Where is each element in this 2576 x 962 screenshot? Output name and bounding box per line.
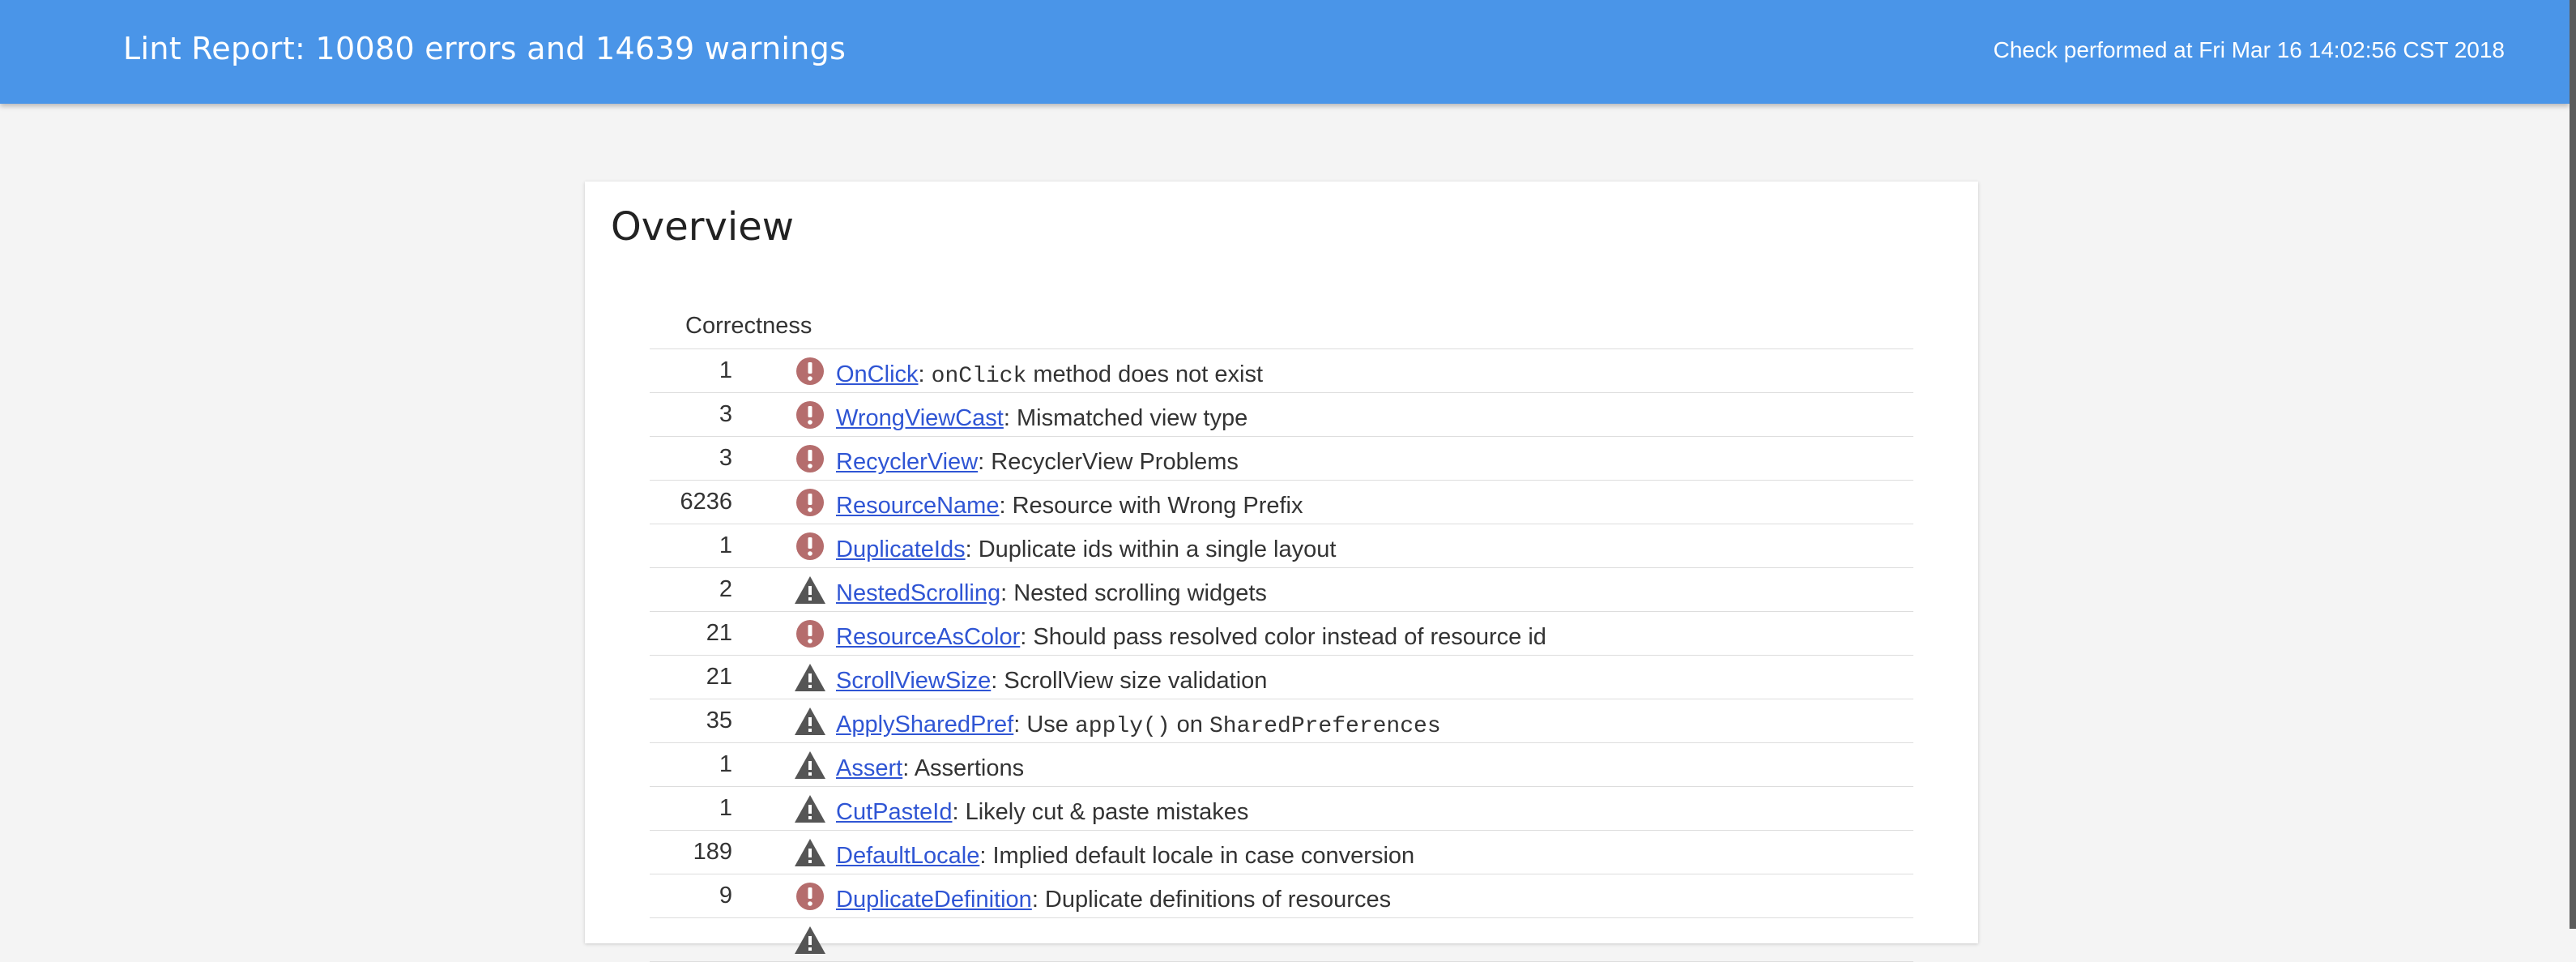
issue-summary-text: on	[1170, 712, 1209, 738]
issue-count: 1	[719, 751, 732, 777]
vertical-scrollbar[interactable]	[2570, 0, 2576, 929]
issue-summary-text: : ScrollView size validation	[991, 668, 1268, 694]
issue-link[interactable]: Assert	[836, 755, 902, 781]
error-icon	[794, 532, 826, 561]
issue-description: DefaultLocale: Implied default locale in…	[836, 843, 1414, 870]
issue-count: 3	[719, 401, 732, 427]
issue-link[interactable]: ResourceAsColor	[836, 624, 1020, 650]
error-icon	[794, 488, 826, 517]
issue-count: 9	[719, 883, 732, 909]
warning-icon	[794, 750, 826, 780]
issue-count: 6236	[680, 489, 732, 515]
issue-row: 21 ResourceAsColor: Should pass resolved …	[650, 612, 1913, 656]
warning-icon	[794, 707, 826, 736]
issue-description: WrongViewCast: Mismatched view type	[836, 405, 1247, 432]
issue-description: RecyclerView: RecyclerView Problems	[836, 449, 1239, 476]
issue-description: CutPasteId: Likely cut & paste mistakes	[836, 799, 1248, 826]
error-icon	[794, 619, 826, 648]
warning-icon	[794, 926, 826, 955]
overview-table: Correctness 1 OnClick: onClick method doe…	[650, 303, 1913, 962]
warning-icon	[794, 794, 826, 823]
issue-link[interactable]: ScrollViewSize	[836, 668, 991, 694]
issue-row: 21 ScrollViewSize: ScrollView size valida…	[650, 656, 1913, 699]
issue-link[interactable]: DuplicateDefinition	[836, 887, 1032, 913]
issue-description: ResourceAsColor: Should pass resolved co…	[836, 624, 1546, 651]
issue-summary-text: : Nested scrolling widgets	[1000, 580, 1267, 606]
issue-link[interactable]: ApplySharedPref	[836, 712, 1013, 738]
issue-summary-text: : Implied default locale in case convers…	[979, 843, 1415, 869]
issue-row	[650, 918, 1913, 962]
issue-link[interactable]: ResourceName	[836, 493, 999, 519]
report-header: Lint Report: 10080 errors and 14639 warn…	[0, 0, 2570, 104]
issue-row: 1 DuplicateIds: Duplicate ids within a si…	[650, 524, 1913, 568]
issue-description: NestedScrolling: Nested scrolling widget…	[836, 580, 1267, 607]
warning-icon	[794, 838, 826, 867]
issue-link[interactable]: WrongViewCast	[836, 405, 1004, 431]
issue-summary-text: : Mismatched view type	[1003, 405, 1248, 431]
issue-count: 189	[693, 839, 732, 865]
issue-description: ResourceName: Resource with Wrong Prefix	[836, 493, 1303, 519]
issue-summary-text: : Duplicate definitions of resources	[1031, 887, 1392, 913]
issue-description: DuplicateIds: Duplicate ids within a sin…	[836, 537, 1336, 563]
issue-link[interactable]: RecyclerView	[836, 449, 978, 475]
error-icon	[794, 882, 826, 911]
issue-row: 6236 ResourceName: Resource with Wrong Pr…	[650, 481, 1913, 524]
issue-summary-text: : RecyclerView Problems	[978, 449, 1239, 475]
issue-summary-text: : Should pass resolved color instead of …	[1020, 624, 1546, 650]
issue-description: Assert: Assertions	[836, 755, 1024, 782]
warning-icon	[794, 575, 826, 605]
error-icon	[794, 400, 826, 430]
issue-row: 189 DefaultLocale: Implied default locale…	[650, 831, 1913, 874]
issue-summary-text: : Assertions	[902, 755, 1025, 781]
issue-summary-text: :	[918, 361, 932, 387]
issue-list: 1 OnClick: onClick method does not exist 3…	[650, 349, 1913, 962]
issue-summary-text: : Likely cut & paste mistakes	[952, 799, 1249, 825]
issue-count: 1	[719, 357, 732, 383]
issue-row: 3 RecyclerView: RecyclerView Problems	[650, 437, 1913, 481]
issue-row: 1 OnClick: onClick method does not exist	[650, 349, 1913, 393]
check-timestamp: Check performed at Fri Mar 16 14:02:56 C…	[1993, 37, 2505, 62]
issue-row: 3 WrongViewCast: Mismatched view type	[650, 393, 1913, 437]
issue-count: 3	[719, 445, 732, 471]
issue-summary-text: : Duplicate ids within a single layout	[965, 537, 1337, 562]
issue-description: ScrollViewSize: ScrollView size validati…	[836, 668, 1267, 695]
issue-link[interactable]: OnClick	[836, 361, 919, 387]
issue-count: 35	[706, 708, 732, 733]
overview-card: Overview Correctness 1 OnClick: onClick m…	[585, 182, 1978, 962]
issue-count: 21	[706, 664, 732, 690]
issue-row: 35 ApplySharedPref: Use apply() on Shared…	[650, 699, 1913, 743]
issue-description: OnClick: onClick method does not exist	[836, 361, 1263, 389]
category-header: Correctness	[650, 303, 1913, 349]
issue-link[interactable]: DefaultLocale	[836, 843, 979, 869]
warning-icon	[794, 663, 826, 692]
issue-summary-text: : Use	[1013, 712, 1075, 738]
overview-title: Overview	[611, 204, 794, 250]
code-snippet: onClick	[931, 364, 1027, 389]
issue-row: 2 NestedScrolling: Nested scrolling widge…	[650, 568, 1913, 612]
code-snippet: apply()	[1075, 714, 1171, 739]
issue-row: 1 CutPasteId: Likely cut & paste mistakes	[650, 787, 1913, 831]
issue-count: 1	[719, 532, 732, 558]
issue-link[interactable]: DuplicateIds	[836, 537, 966, 562]
code-snippet: SharedPreferences	[1209, 714, 1441, 739]
issue-row: 9 DuplicateDefinition: Duplicate definiti…	[650, 874, 1913, 918]
issue-count: 1	[719, 795, 732, 821]
issue-link[interactable]: CutPasteId	[836, 799, 952, 825]
issue-link[interactable]: NestedScrolling	[836, 580, 1000, 606]
issue-count: 21	[706, 620, 732, 646]
issue-row: 1 Assert: Assertions	[650, 743, 1913, 787]
report-title: Lint Report: 10080 errors and 14639 warn…	[123, 31, 847, 66]
error-icon	[794, 357, 826, 386]
issue-description: DuplicateDefinition: Duplicate definitio…	[836, 887, 1391, 913]
issue-description: ApplySharedPref: Use apply() on SharedPr…	[836, 712, 1441, 739]
issue-count: 2	[719, 576, 732, 602]
issue-summary-text: : Resource with Wrong Prefix	[999, 493, 1303, 519]
error-icon	[794, 444, 826, 473]
issue-summary-text: method does not exist	[1026, 361, 1264, 387]
